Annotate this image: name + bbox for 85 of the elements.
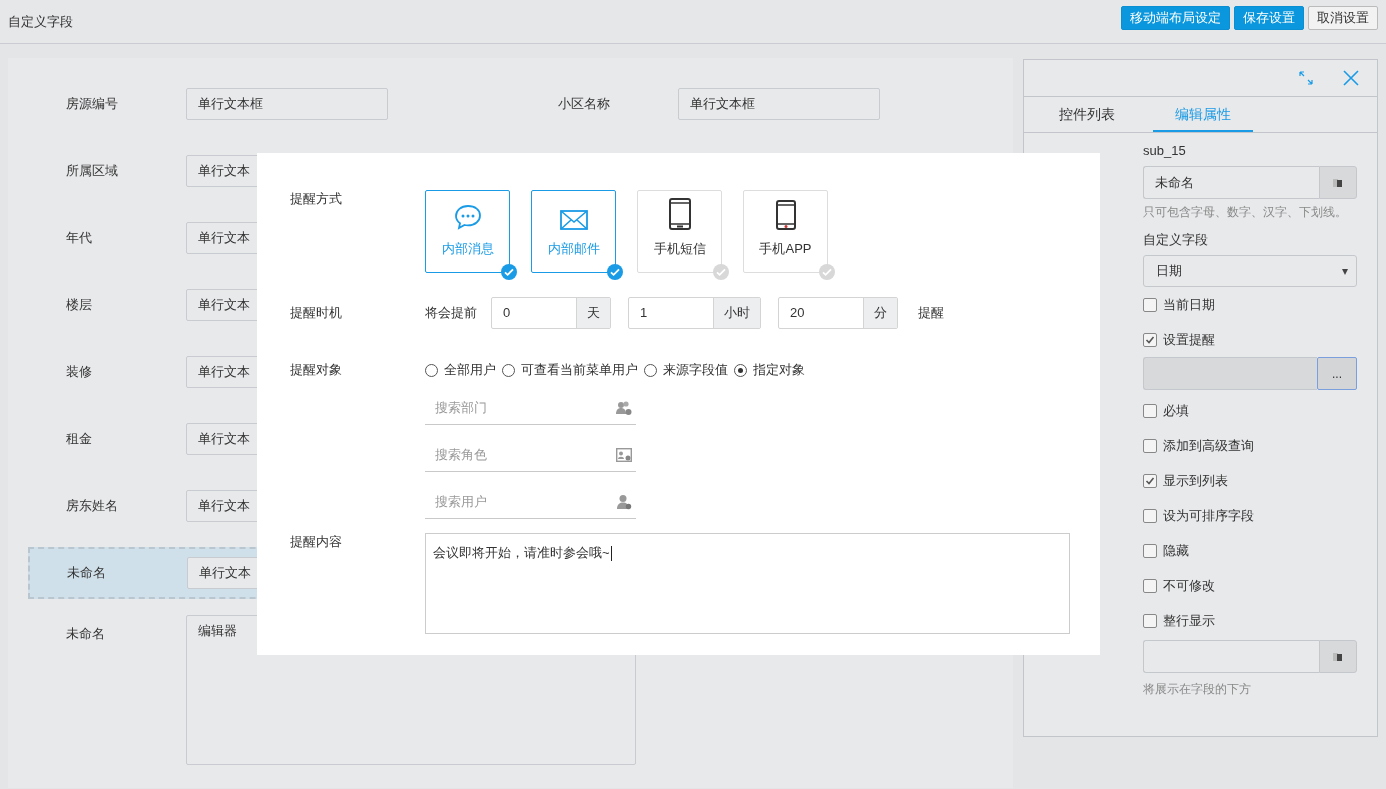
panel-tab[interactable]: 控件列表: [1037, 97, 1137, 132]
radio-option[interactable]: 全部用户: [425, 361, 496, 379]
radio-option[interactable]: 指定对象: [734, 361, 805, 379]
checkbox[interactable]: [1143, 508, 1157, 523]
chat-icon: [453, 204, 482, 230]
phone-icon: [775, 200, 796, 230]
checkbox-label: 添加到高级查询: [1163, 436, 1254, 455]
check-icon: [713, 264, 729, 280]
checkbox-option[interactable]: 不可修改: [1143, 568, 1357, 603]
message-field[interactable]: 会议即将开始，请准时参会哦~: [425, 533, 1070, 634]
checkbox-label: 不可修改: [1163, 576, 1215, 595]
field-label: 房源编号: [66, 95, 119, 113]
reminder-field[interactable]: [1143, 357, 1317, 390]
checkbox[interactable]: [1143, 297, 1157, 312]
page-title: 自定义字段: [8, 12, 73, 31]
setting-label: 提醒方式: [290, 190, 343, 208]
radio-label: 来源字段值: [663, 361, 728, 379]
radio-label: 全部用户: [444, 361, 496, 379]
field-label: 年代: [66, 229, 93, 247]
field-label: 装修: [66, 363, 93, 381]
group-icon: [616, 400, 632, 416]
close-icon[interactable]: [1343, 70, 1359, 86]
expand-icon[interactable]: [1299, 71, 1313, 85]
checkbox-option[interactable]: 整行显示: [1143, 603, 1357, 638]
field-label: 小区名称: [558, 95, 611, 113]
user-icon: [616, 494, 632, 510]
property-label: 自定义字段: [1143, 231, 1209, 249]
checkbox-option[interactable]: 设置提醒: [1143, 322, 1357, 357]
type-select[interactable]: 日期: [1143, 255, 1357, 287]
check-icon: [607, 264, 623, 280]
radio-label: 指定对象: [753, 361, 805, 379]
field-label: 楼层: [66, 296, 93, 314]
checkbox-label: 整行显示: [1163, 611, 1215, 630]
checkbox-option[interactable]: 添加到高级查询: [1143, 428, 1357, 463]
radio-option[interactable]: 来源字段值: [644, 361, 728, 379]
checkbox-option[interactable]: 隐藏: [1143, 533, 1357, 568]
check-icon: [501, 264, 517, 280]
checkbox[interactable]: [1143, 332, 1157, 347]
id-value: sub_15: [1143, 143, 1186, 158]
field-hint: 只可包含字母、数字、汉字、下划线。: [1143, 204, 1348, 221]
checkbox-label: 设为可排序字段: [1163, 506, 1254, 525]
checkbox-label: 显示到列表: [1163, 471, 1228, 490]
checkbox-option[interactable]: 设为可排序字段: [1143, 498, 1357, 533]
text-field[interactable]: 单行文本框: [678, 88, 880, 120]
checkbox-label: 设置提醒: [1163, 330, 1215, 349]
checkbox[interactable]: [1143, 403, 1157, 418]
field-label: 未命名: [66, 625, 106, 643]
tablet-icon: [668, 198, 691, 230]
field-label: 租金: [66, 430, 93, 448]
id-card-icon: [616, 448, 632, 462]
caret-icon: [1342, 269, 1348, 275]
checkbox[interactable]: [1143, 578, 1157, 593]
name-field[interactable]: 未命名: [1143, 166, 1319, 199]
method-option[interactable]: 手机短信: [637, 190, 722, 273]
field-hint: 将展示在字段的下方: [1143, 681, 1252, 698]
checkbox[interactable]: [1143, 543, 1157, 558]
setting-label: 提醒内容: [290, 533, 343, 551]
setting-label: 提醒时机: [290, 304, 343, 322]
description-field[interactable]: [1143, 640, 1319, 673]
square-icon: [1333, 651, 1343, 662]
field-label: 所属区域: [66, 162, 119, 180]
checkbox-label: 必填: [1163, 401, 1189, 420]
checkbox[interactable]: [1143, 438, 1157, 453]
text-field[interactable]: 单行文本框: [186, 88, 388, 120]
setting-label: 提醒对象: [290, 361, 343, 379]
more-button[interactable]: ...: [1317, 357, 1357, 390]
header-button[interactable]: 取消设置: [1308, 5, 1378, 30]
square-icon: [1333, 177, 1343, 188]
timing-prefix: 将会提前: [425, 304, 477, 322]
timing-suffix: 提醒: [918, 304, 944, 322]
language-button[interactable]: [1319, 166, 1357, 199]
field-label: 房东姓名: [66, 497, 119, 515]
check-icon: [819, 264, 835, 280]
field-label: 未命名: [67, 564, 107, 582]
checkbox-label: 隐藏: [1163, 541, 1189, 560]
checkbox[interactable]: [1143, 473, 1157, 488]
checkbox-option[interactable]: 显示到列表: [1143, 463, 1357, 498]
checkbox-option[interactable]: 当前日期: [1143, 287, 1357, 322]
checkbox-label: 当前日期: [1163, 295, 1215, 314]
checkbox[interactable]: [1143, 613, 1157, 628]
method-option[interactable]: 手机APP: [743, 190, 828, 273]
language-button[interactable]: [1319, 640, 1357, 673]
checkbox-option[interactable]: 必填: [1143, 393, 1357, 428]
envelope-icon: [559, 210, 588, 230]
form-row[interactable]: 房源编号 单行文本框 小区名称 单行文本框: [28, 78, 889, 130]
